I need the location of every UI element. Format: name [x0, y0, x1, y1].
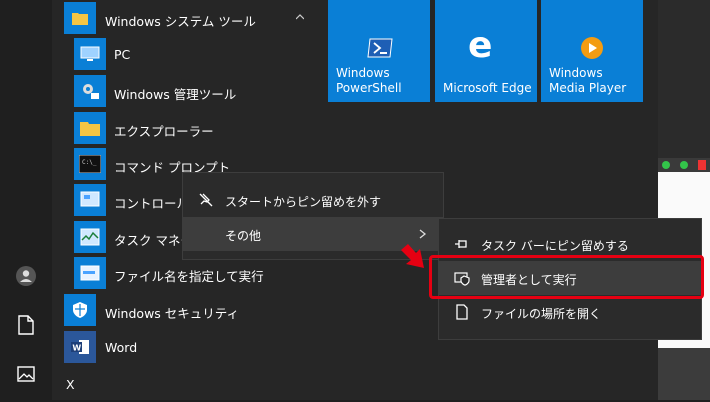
menu-item-open-file-location[interactable]: ファイルの場所を開く [439, 295, 701, 329]
app-item-admin-tools[interactable]: Windows 管理ツール [52, 73, 320, 109]
cmd-icon: C:\_ [74, 148, 106, 180]
section-header-x[interactable]: X [52, 366, 320, 402]
app-item-windows-security[interactable]: Windows セキュリティ [52, 292, 320, 328]
tile-media-player[interactable]: Windows Media Player [541, 0, 643, 102]
task-manager-icon [74, 221, 106, 253]
tile-label: Windows Media Player [549, 66, 627, 95]
folder-label: Windows システム ツール [105, 14, 256, 29]
folder-windows-system-tools[interactable]: Windows システム ツール [52, 0, 320, 36]
pin-icon [455, 240, 467, 248]
menu-item-label: タスク バーにピン留めする [481, 239, 629, 253]
folder-icon [74, 112, 106, 144]
shield-icon [64, 294, 96, 326]
user-icon[interactable] [14, 264, 38, 288]
chevron-right-icon [419, 229, 427, 239]
background-window [658, 0, 710, 400]
app-label: Word [105, 340, 138, 355]
edge-icon: e [468, 25, 493, 66]
powershell-icon [367, 38, 393, 62]
tile-edge[interactable]: e Microsoft Edge [435, 0, 537, 102]
bg-toolbar [658, 158, 710, 172]
folder-icon [64, 2, 96, 34]
app-label: エクスプローラー [114, 124, 214, 139]
admin-tools-icon [74, 75, 106, 107]
section-letter: X [66, 377, 75, 392]
menu-item-label: スタートからピン留めを外す [225, 195, 382, 209]
red-arrow-icon [401, 244, 424, 268]
control-panel-icon [74, 184, 106, 216]
menu-item-label: その他 [225, 229, 262, 243]
computer-icon [74, 38, 106, 70]
documents-icon[interactable] [14, 313, 38, 337]
unpin-icon [199, 193, 213, 207]
media-player-icon [579, 36, 605, 64]
highlight-box [429, 255, 704, 299]
app-item-run[interactable]: ファイル名を指定して実行 [52, 255, 320, 291]
svg-text:C:\_: C:\_ [82, 159, 97, 166]
file-icon [456, 304, 468, 320]
pictures-icon[interactable] [14, 362, 38, 386]
left-rail [0, 0, 52, 400]
tile-label: Windows PowerShell [336, 66, 402, 95]
app-label: PC [114, 47, 131, 62]
app-item-word[interactable]: W Word [52, 329, 320, 365]
app-label: ファイル名を指定して実行 [114, 269, 264, 284]
tile-label: Microsoft Edge [443, 81, 532, 95]
bg-dark-band [658, 348, 710, 400]
green-dot-icon [680, 161, 688, 169]
app-label: Windows 管理ツール [114, 87, 237, 102]
menu-item-label: ファイルの場所を開く [481, 307, 602, 321]
edit-icon [698, 160, 706, 170]
app-item-pc[interactable]: PC [52, 36, 320, 72]
green-dot-icon [662, 161, 670, 169]
app-label: Windows セキュリティ [105, 306, 240, 321]
menu-item-unpin[interactable]: スタートからピン留めを外す [183, 183, 443, 217]
chevron-up-icon[interactable] [296, 13, 304, 21]
run-icon [74, 257, 106, 289]
tile-powershell[interactable]: Windows PowerShell [328, 0, 430, 102]
svg-text:W: W [72, 344, 81, 353]
app-item-explorer[interactable]: エクスプローラー [52, 110, 320, 146]
word-icon: W [64, 331, 96, 363]
